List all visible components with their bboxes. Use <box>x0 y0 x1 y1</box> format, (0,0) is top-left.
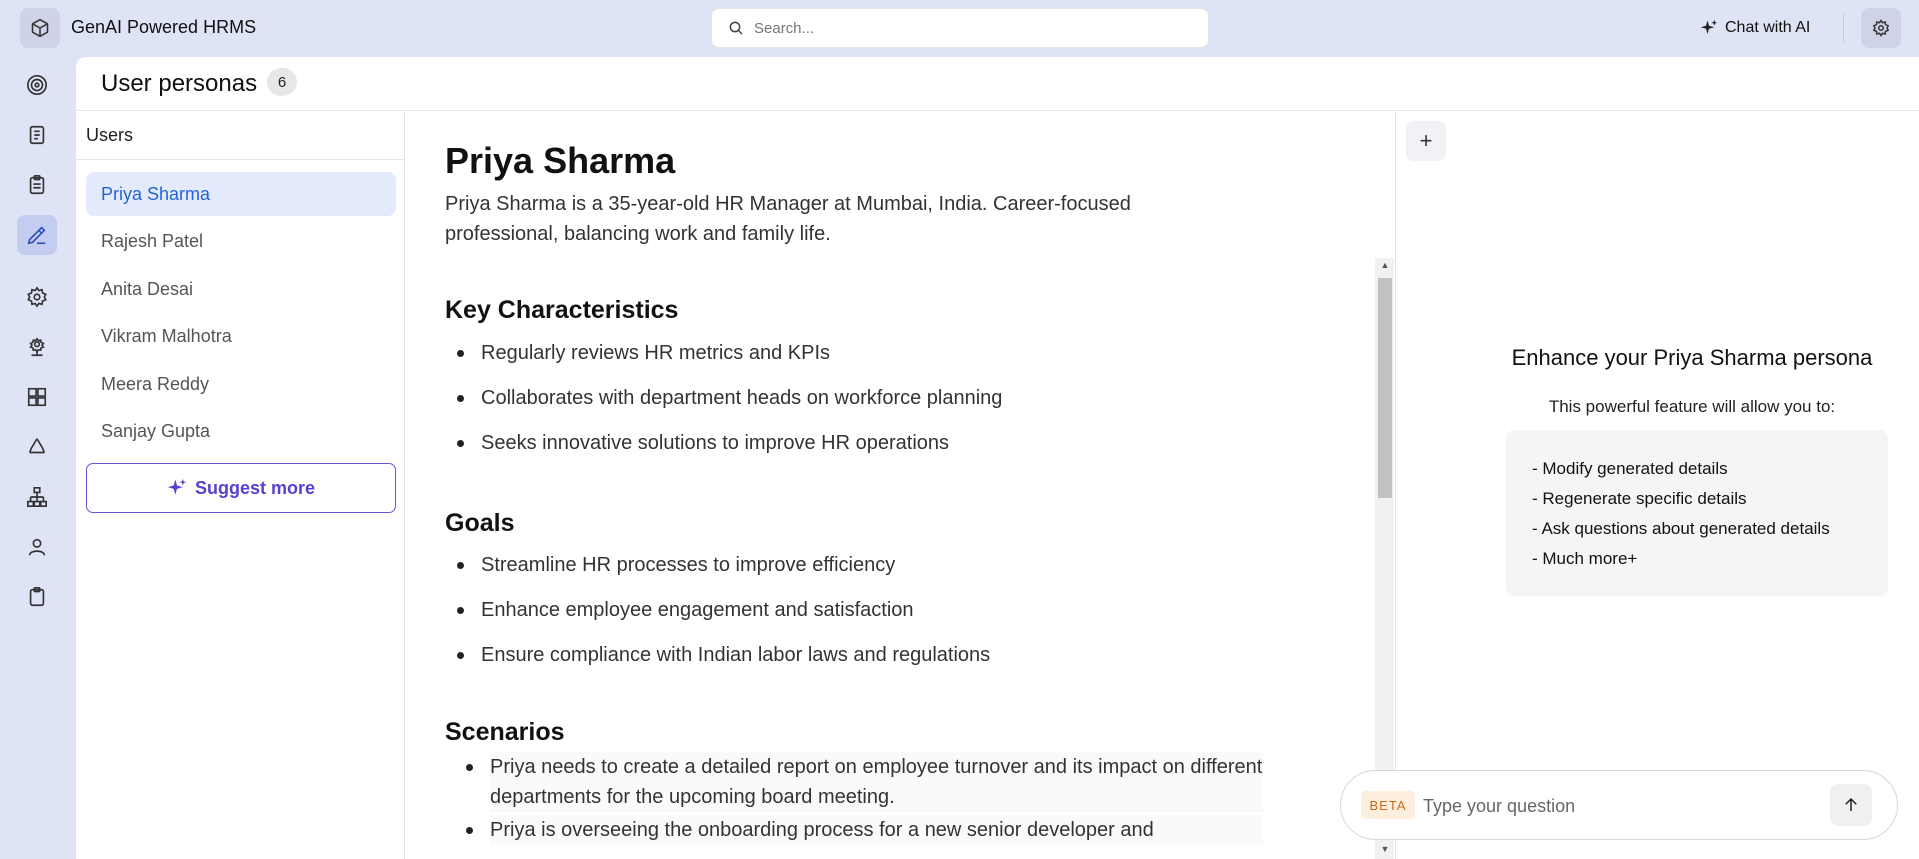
target-icon[interactable] <box>17 65 57 105</box>
enhance-panel: + Enhance your Priya Sharma persona This… <box>1395 112 1919 859</box>
chat-with-ai-label: Chat with AI <box>1725 19 1811 36</box>
user-icon[interactable] <box>17 527 57 567</box>
user-item-sanjay-gupta[interactable]: Sanjay Gupta <box>86 409 396 453</box>
suggest-more-label: Suggest more <box>194 477 316 498</box>
list-item: Seeks innovative solutions to improve HR… <box>456 428 949 458</box>
arrow-up-icon <box>1845 797 1857 811</box>
persona-name: Priya Sharma <box>445 140 676 181</box>
gear-icon <box>1872 19 1890 37</box>
scenario-item: Priya is overseeing the onboarding proce… <box>490 815 1263 845</box>
bullet-dot <box>466 827 473 834</box>
list-item: Streamline HR processes to improve effic… <box>456 550 895 580</box>
scrollbar-thumb[interactable] <box>1378 278 1392 498</box>
feature-item: - Much more+ <box>1532 549 1638 568</box>
list-item: Enhance employee engagement and satisfac… <box>457 595 914 625</box>
clipboard-list-icon[interactable] <box>17 165 57 205</box>
search-icon <box>729 21 743 35</box>
user-item-priya-sharma[interactable]: Priya Sharma <box>86 172 396 216</box>
send-button[interactable] <box>1830 784 1872 826</box>
feature-item: - Regenerate specific details <box>1532 489 1747 508</box>
persona-content: Priya Sharma Priya Sharma is a 35-year-o… <box>406 112 1394 859</box>
pen-tool-icon[interactable] <box>17 215 57 255</box>
settings-network-icon[interactable] <box>17 327 57 367</box>
sparkle-icon <box>1700 19 1718 34</box>
add-button[interactable]: + <box>1406 121 1446 161</box>
main-panel: User personas 6 Users Priya Sharma Rajes… <box>76 57 1919 859</box>
feature-item: - Ask questions about generated details <box>1532 519 1830 538</box>
scroll-down-arrow[interactable]: ▼ <box>1380 844 1390 854</box>
dashboard-icon[interactable] <box>17 377 57 417</box>
count-badge: 6 <box>267 68 297 96</box>
user-item-rajesh-patel[interactable]: Rajesh Patel <box>86 219 396 263</box>
scenario-item: Priya needs to create a detailed report … <box>490 752 1263 812</box>
persona-description: Priya Sharma is a 35-year-old HR Manager… <box>445 193 1131 245</box>
list-item: Ensure compliance with Indian labor laws… <box>456 640 990 670</box>
chat-input-box[interactable]: BETA <box>1340 770 1898 840</box>
users-heading: Users <box>86 125 134 145</box>
enhance-feature-list: - Modify generated details - Regenerate … <box>1506 430 1888 596</box>
feature-item: - Modify generated details <box>1532 459 1728 478</box>
chat-question-input[interactable] <box>1423 789 1823 823</box>
gear-icon[interactable] <box>17 277 57 317</box>
cube-logo-icon[interactable] <box>20 8 60 48</box>
enhance-title: Enhance your Priya Sharma persona <box>1511 345 1873 370</box>
page-header: User personas 6 <box>76 57 1919 111</box>
page-title: User personas <box>101 70 258 97</box>
suggest-more-button[interactable]: Suggest more <box>86 463 396 513</box>
plus-icon: + <box>1419 128 1433 153</box>
top-bar: GenAI Powered HRMS Chat with AI <box>0 0 1919 56</box>
enhance-subtitle: This powerful feature will allow you to: <box>1548 397 1836 416</box>
scroll-up-arrow[interactable]: ▲ <box>1380 260 1390 270</box>
list-item: Collaborates with department heads on wo… <box>456 383 1002 413</box>
users-header: Users <box>76 112 405 160</box>
user-item-vikram-malhotra[interactable]: Vikram Malhotra <box>86 314 396 358</box>
app-title: GenAI Powered HRMS <box>71 17 257 37</box>
users-panel: Users Priya Sharma Rajesh Patel Anita De… <box>76 112 405 859</box>
org-chart-icon[interactable] <box>17 477 57 517</box>
beta-badge: BETA <box>1361 791 1415 819</box>
chat-with-ai-button[interactable]: Chat with AI <box>1700 15 1810 41</box>
search-box[interactable] <box>711 8 1209 48</box>
list-item: Regularly reviews HR metrics and KPIs <box>457 338 830 368</box>
sparkle-icon <box>167 478 187 495</box>
section-title-goals: Goals <box>445 509 515 537</box>
clipboard-icon[interactable] <box>17 577 57 617</box>
persona-details[interactable]: Key Characteristics Regularly reviews HR… <box>406 258 1394 859</box>
user-item-meera-reddy[interactable]: Meera Reddy <box>86 362 396 406</box>
user-item-anita-desai[interactable]: Anita Desai <box>86 267 396 311</box>
section-title-scenarios: Scenarios <box>445 718 565 746</box>
settings-button[interactable] <box>1861 8 1901 48</box>
document-icon[interactable] <box>17 115 57 155</box>
section-title-characteristics: Key Characteristics <box>445 296 679 324</box>
divider <box>1843 14 1844 42</box>
bullet-dot <box>466 764 473 771</box>
recycle-icon[interactable] <box>17 427 57 467</box>
search-input[interactable] <box>754 19 1174 37</box>
